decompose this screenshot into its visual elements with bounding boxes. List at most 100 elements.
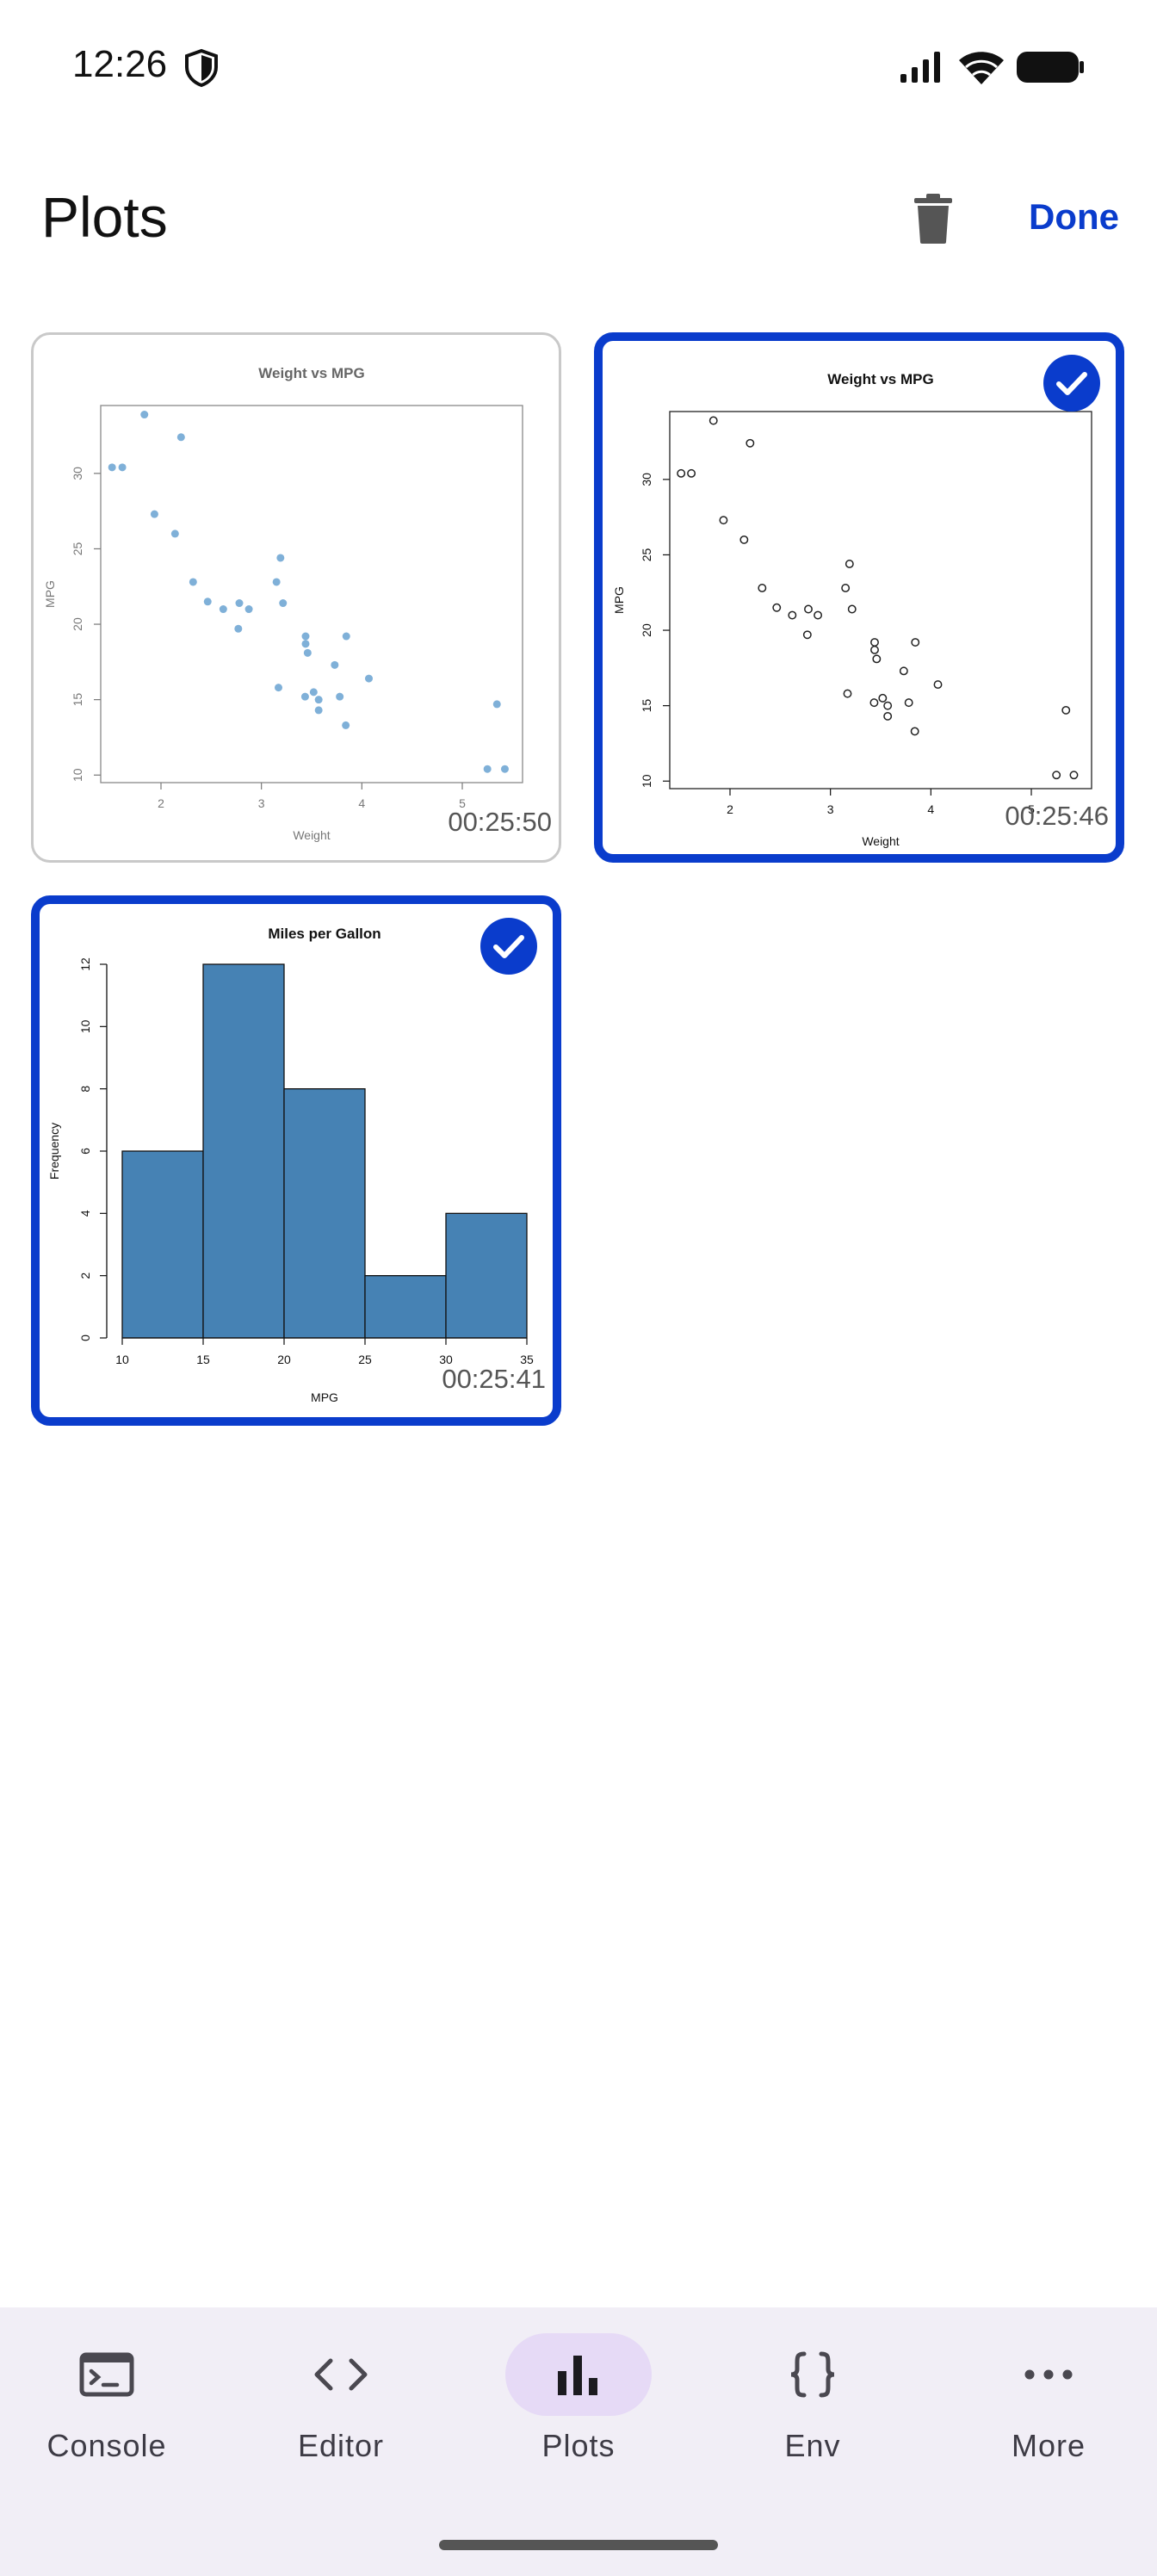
shield-icon bbox=[185, 48, 218, 88]
data-point bbox=[140, 411, 149, 419]
data-point bbox=[1061, 705, 1071, 715]
data-point bbox=[845, 560, 854, 568]
data-point bbox=[933, 680, 943, 690]
battery-icon bbox=[1017, 52, 1084, 83]
histogram-bar bbox=[283, 1088, 366, 1339]
x-axis-label: Weight bbox=[862, 834, 899, 848]
y-tick-label: 20 bbox=[640, 623, 653, 637]
data-point bbox=[314, 696, 323, 704]
data-point bbox=[911, 638, 920, 647]
data-point bbox=[235, 599, 244, 608]
data-point bbox=[870, 638, 879, 647]
data-point bbox=[719, 516, 728, 525]
y-tick-label: 10 bbox=[71, 768, 84, 782]
data-point bbox=[365, 674, 373, 683]
data-point bbox=[500, 765, 509, 773]
data-point bbox=[189, 578, 197, 586]
done-button[interactable]: Done bbox=[1029, 196, 1119, 238]
wifi-icon bbox=[959, 52, 1004, 84]
code-icon bbox=[314, 2358, 368, 2391]
x-tick-label: 4 bbox=[927, 802, 934, 816]
data-point bbox=[788, 610, 797, 620]
plot-card-3[interactable]: Miles per Gallon 10 15 20 25 30 35 0 2 4 6 8 10 12 MPG… bbox=[31, 895, 561, 1426]
data-point bbox=[492, 700, 501, 709]
nav-item-plots[interactable]: Plots bbox=[492, 2333, 665, 2464]
data-point bbox=[272, 578, 281, 586]
plot-card-1[interactable]: Weight vs MPG 2 3 4 5 10 15 20 25 30 Weight MPG 00:… bbox=[31, 332, 561, 863]
x-tick-label: 15 bbox=[196, 1353, 210, 1366]
y-tick-label: 10 bbox=[78, 1019, 92, 1033]
data-point bbox=[336, 692, 344, 701]
data-point bbox=[758, 584, 767, 592]
nav-item-env[interactable]: Env bbox=[727, 2333, 899, 2464]
x-tick-label: 10 bbox=[115, 1353, 129, 1366]
braces-icon bbox=[790, 2351, 835, 2398]
data-point bbox=[843, 689, 852, 698]
y-tick-label: 4 bbox=[78, 1210, 92, 1217]
data-point bbox=[279, 599, 288, 608]
chart-title: Weight vs MPG bbox=[827, 371, 933, 387]
y-tick-label: 12 bbox=[78, 957, 92, 971]
data-point bbox=[331, 660, 339, 669]
histogram-bar bbox=[121, 1150, 204, 1339]
data-point bbox=[708, 416, 718, 425]
data-point bbox=[300, 692, 309, 701]
data-point bbox=[814, 610, 823, 620]
nav-label: Editor bbox=[297, 2428, 385, 2463]
nav-item-console[interactable]: Console bbox=[21, 2333, 193, 2464]
x-tick-label: 25 bbox=[358, 1353, 372, 1366]
data-point bbox=[203, 598, 212, 606]
y-tick-label: 25 bbox=[71, 542, 84, 555]
delete-icon[interactable] bbox=[913, 193, 954, 245]
y-tick-label: 30 bbox=[640, 473, 653, 486]
bottom-navigation: Console Editor Plots Env More bbox=[0, 2307, 1157, 2576]
nav-item-editor[interactable]: Editor bbox=[255, 2333, 427, 2464]
x-axis-label: Weight bbox=[293, 828, 330, 842]
x-tick-label: 4 bbox=[358, 796, 365, 810]
y-tick-label: 8 bbox=[78, 1086, 92, 1093]
y-tick-label: 25 bbox=[640, 548, 653, 561]
nav-label: Env bbox=[784, 2428, 841, 2463]
data-point bbox=[847, 604, 857, 614]
x-tick-label: 3 bbox=[258, 796, 265, 810]
data-point bbox=[883, 701, 893, 710]
data-point bbox=[872, 654, 882, 664]
data-point bbox=[804, 604, 813, 614]
data-point bbox=[677, 468, 686, 478]
y-tick-label: 2 bbox=[78, 1273, 92, 1279]
status-time: 12:26 bbox=[72, 43, 168, 85]
data-point bbox=[309, 688, 318, 697]
plot-card-2[interactable]: Weight vs MPG 2 3 4 5 10 15 20 25 30 Weight MPG 00:… bbox=[594, 332, 1124, 863]
data-point bbox=[878, 693, 888, 703]
console-icon bbox=[79, 2352, 134, 2397]
plot-timestamp: 00:25:41 bbox=[442, 1364, 546, 1394]
x-axis-label: MPG bbox=[311, 1390, 338, 1404]
x-tick-label: 2 bbox=[727, 802, 733, 816]
data-point bbox=[150, 510, 158, 518]
data-point bbox=[303, 648, 312, 657]
x-tick-label: 3 bbox=[827, 802, 834, 816]
data-point bbox=[244, 605, 253, 614]
data-point bbox=[869, 698, 879, 708]
y-axis-label: MPG bbox=[43, 580, 57, 608]
nav-item-more[interactable]: More bbox=[962, 2333, 1135, 2464]
bar-chart-icon bbox=[558, 2356, 597, 2395]
data-point bbox=[802, 630, 812, 640]
y-tick-label: 20 bbox=[71, 617, 84, 631]
selected-check-icon bbox=[1043, 355, 1100, 412]
data-point bbox=[1069, 771, 1079, 780]
home-indicator bbox=[439, 2540, 718, 2550]
data-point bbox=[772, 603, 782, 612]
data-point bbox=[314, 706, 323, 715]
nav-label: Console bbox=[46, 2428, 167, 2463]
histogram-bar bbox=[364, 1275, 447, 1339]
nav-label: More bbox=[1011, 2428, 1086, 2463]
more-icon bbox=[1024, 2369, 1073, 2380]
plot-timestamp: 00:25:46 bbox=[1005, 801, 1109, 831]
data-point bbox=[899, 666, 908, 676]
y-tick-label: 10 bbox=[640, 774, 653, 788]
nav-label: Plots bbox=[541, 2428, 616, 2463]
data-point bbox=[170, 529, 179, 538]
y-axis-label: MPG bbox=[612, 586, 626, 614]
data-point bbox=[234, 624, 243, 633]
